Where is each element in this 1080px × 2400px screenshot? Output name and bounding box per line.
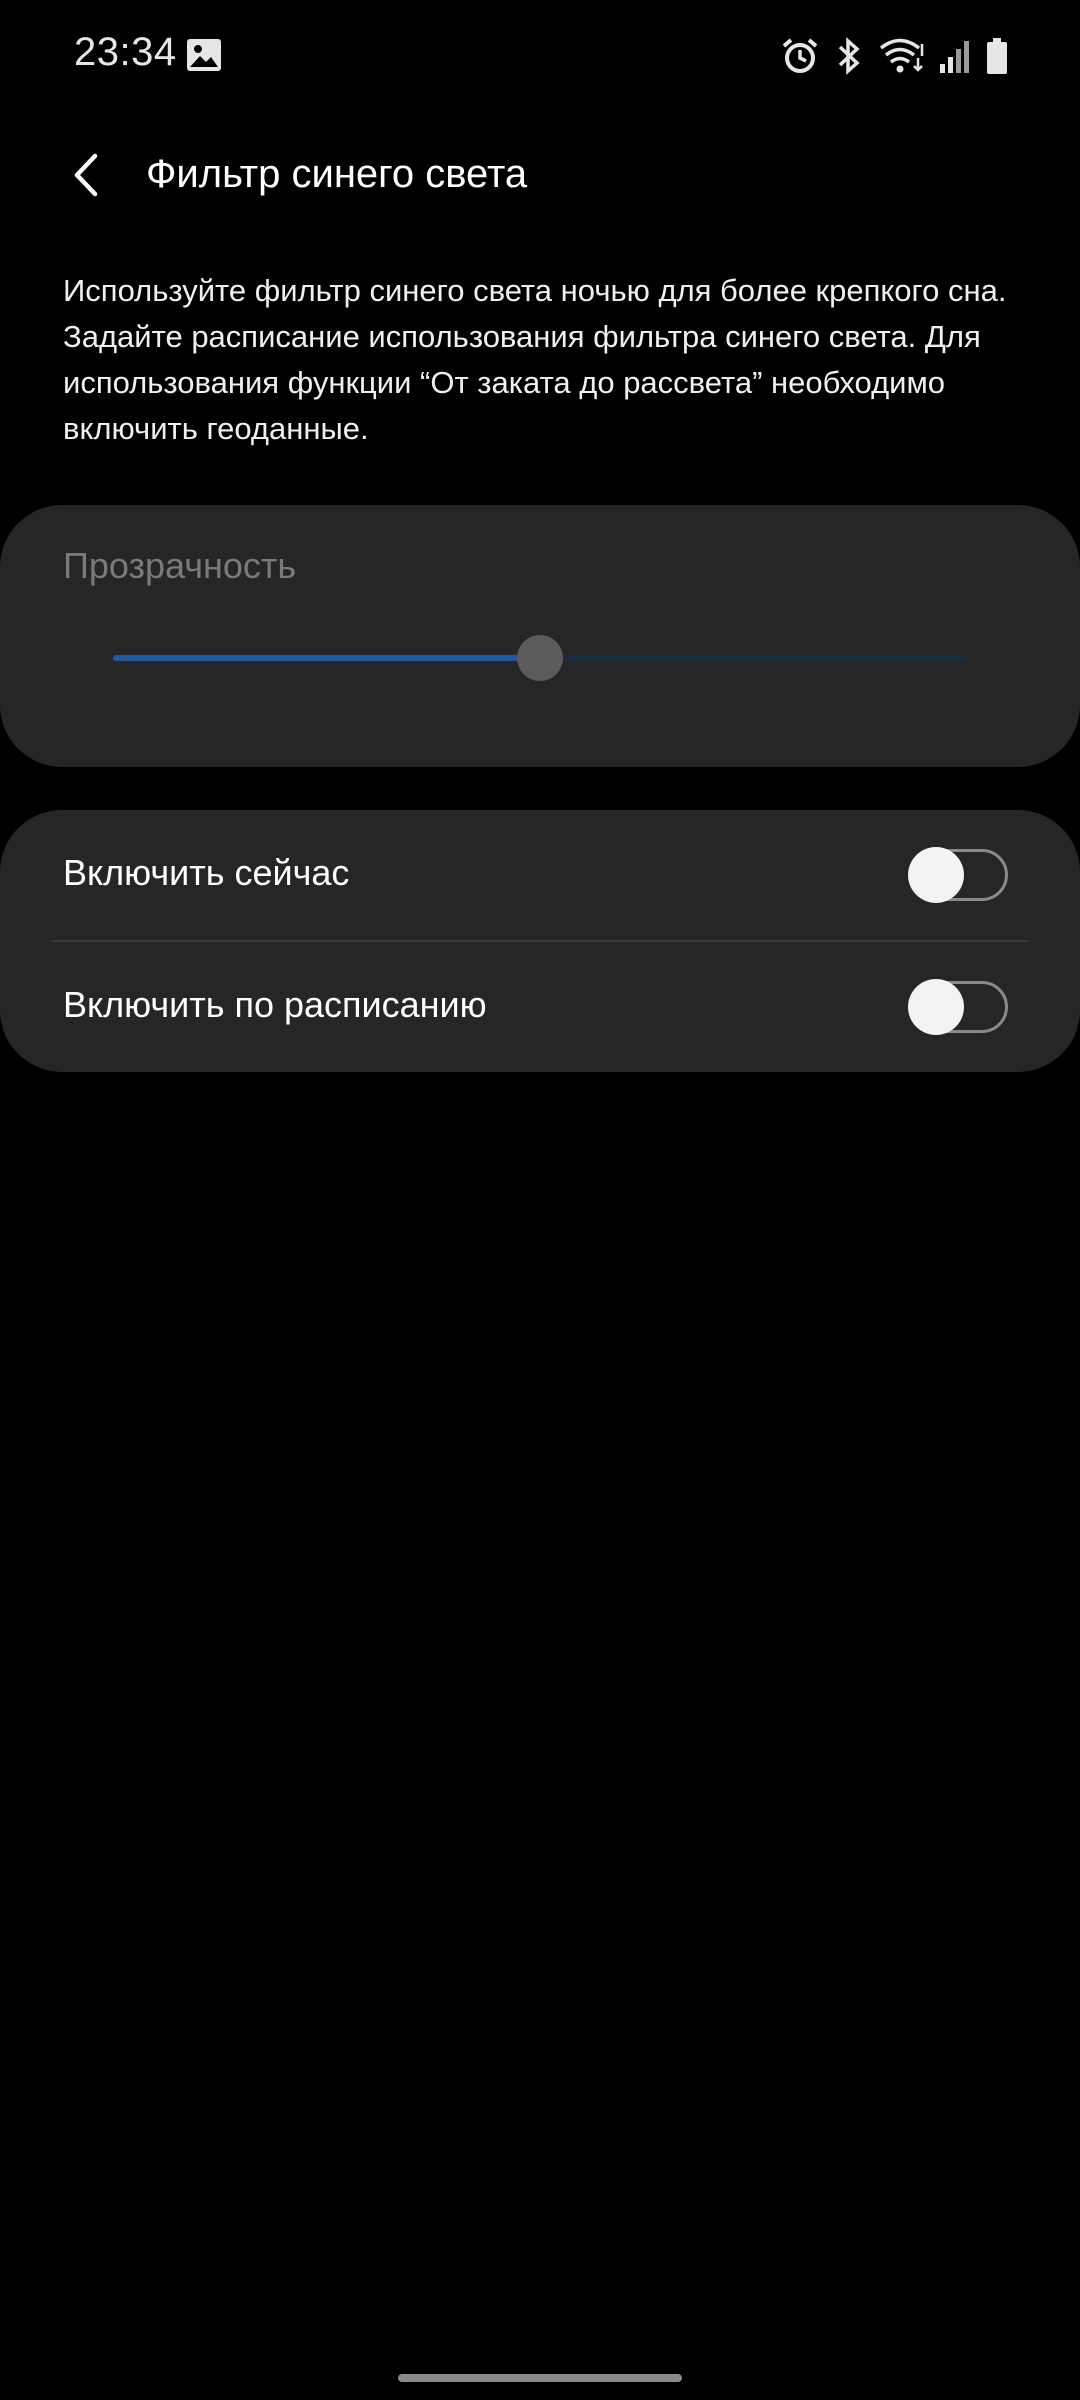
back-button[interactable] (50, 140, 120, 210)
status-time: 23:34 (74, 30, 177, 74)
app-bar: Фильтр синего света (0, 120, 1080, 230)
home-indicator[interactable] (398, 2374, 682, 2382)
wifi-icon (879, 38, 924, 73)
switch-knob (908, 847, 964, 903)
slider-thumb[interactable] (517, 635, 563, 681)
turn-on-scheduled-row[interactable]: Включить по расписанию (0, 942, 1080, 1072)
turn-on-scheduled-switch[interactable] (908, 979, 1008, 1035)
description-text: Используйте фильтр синего света ночью дл… (63, 273, 1007, 446)
turn-on-now-row[interactable]: Включить сейчас (0, 810, 1080, 940)
slider-fill (113, 655, 540, 661)
switch-knob (908, 979, 964, 1035)
alarm-icon (782, 38, 818, 73)
chevron-left-icon (74, 153, 98, 197)
gallery-icon (187, 39, 221, 71)
battery-icon (987, 38, 1007, 74)
turn-on-now-switch[interactable] (908, 847, 1008, 903)
status-bar: 23:34 (0, 0, 1080, 110)
status-icons (780, 32, 1008, 80)
opacity-card: Прозрачность (0, 505, 1080, 767)
turn-on-now-label: Включить сейчас (63, 852, 350, 893)
opacity-label: Прозрачность (63, 545, 297, 586)
turn-on-scheduled-label: Включить по расписанию (63, 984, 487, 1025)
toggles-card: Включить сейчас Включить по расписанию (0, 810, 1080, 1072)
signal-icon (940, 41, 969, 73)
bluetooth-icon (838, 37, 860, 75)
opacity-slider[interactable] (113, 635, 967, 681)
page-title: Фильтр синего света (146, 152, 528, 196)
